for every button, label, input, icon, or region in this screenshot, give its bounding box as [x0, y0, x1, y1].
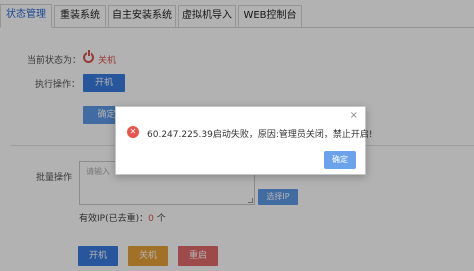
error-message: 60.247.225.39启动失败，原因:管理员关闭，禁止开启!	[147, 130, 373, 140]
error-icon: ✕	[127, 126, 139, 138]
error-dialog: × ✕ 60.247.225.39启动失败，原因:管理员关闭，禁止开启! 确定	[115, 106, 373, 175]
close-icon[interactable]: ×	[350, 110, 358, 121]
ok-button[interactable]: 确定	[324, 151, 356, 169]
